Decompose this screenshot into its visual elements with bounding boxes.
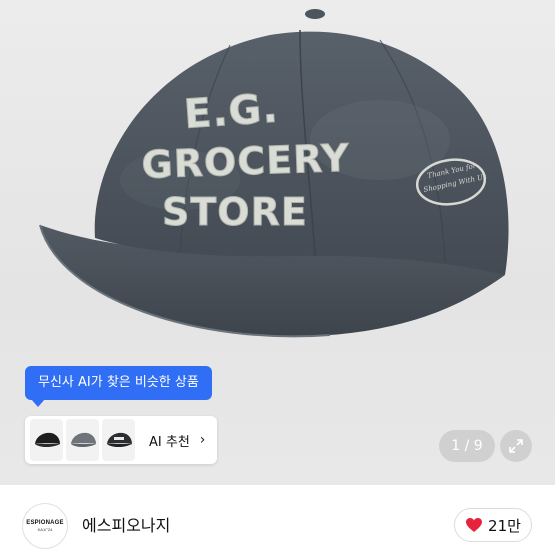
heart-icon — [466, 518, 483, 532]
expand-icon — [509, 439, 523, 453]
charcoal-cap-thumb[interactable] — [102, 419, 135, 461]
ai-recommend-tooltip: 무신사 AI가 찾은 비슷한 상품 — [25, 366, 212, 400]
ai-recommend-label: AI 추천 — [149, 434, 190, 450]
product-cap-image: E.G. GROCERY STORE Thank You for Shoppin… — [39, 9, 509, 338]
cap-text-line-1: E.G. — [182, 85, 280, 137]
brand-logo[interactable]: ESPIONAGE KA1/°24 — [22, 503, 68, 549]
chevron-right-icon: › — [199, 432, 206, 448]
ai-recommend-button[interactable]: AI 추천 › — [25, 416, 217, 464]
cap-text-line-2: GROCERY — [141, 136, 351, 187]
tooltip-arrow — [31, 399, 45, 407]
like-button[interactable]: 21만 — [454, 508, 532, 542]
like-count: 21만 — [488, 516, 521, 535]
grey-cap-thumb[interactable] — [66, 419, 99, 461]
black-cap-thumb[interactable] — [30, 419, 63, 461]
brand-name-link[interactable]: 에스피오나지 — [82, 513, 170, 539]
brand-logo-text: ESPIONAGE — [26, 520, 64, 526]
product-image-gallery[interactable]: E.G. GROCERY STORE Thank You for Shoppin… — [0, 0, 555, 485]
cap-text-line-3: STORE — [162, 190, 308, 234]
expand-button[interactable] — [500, 430, 532, 462]
brand-logo-subtext: KA1/°24 — [37, 527, 53, 532]
image-counter: 1 / 9 — [439, 430, 495, 462]
